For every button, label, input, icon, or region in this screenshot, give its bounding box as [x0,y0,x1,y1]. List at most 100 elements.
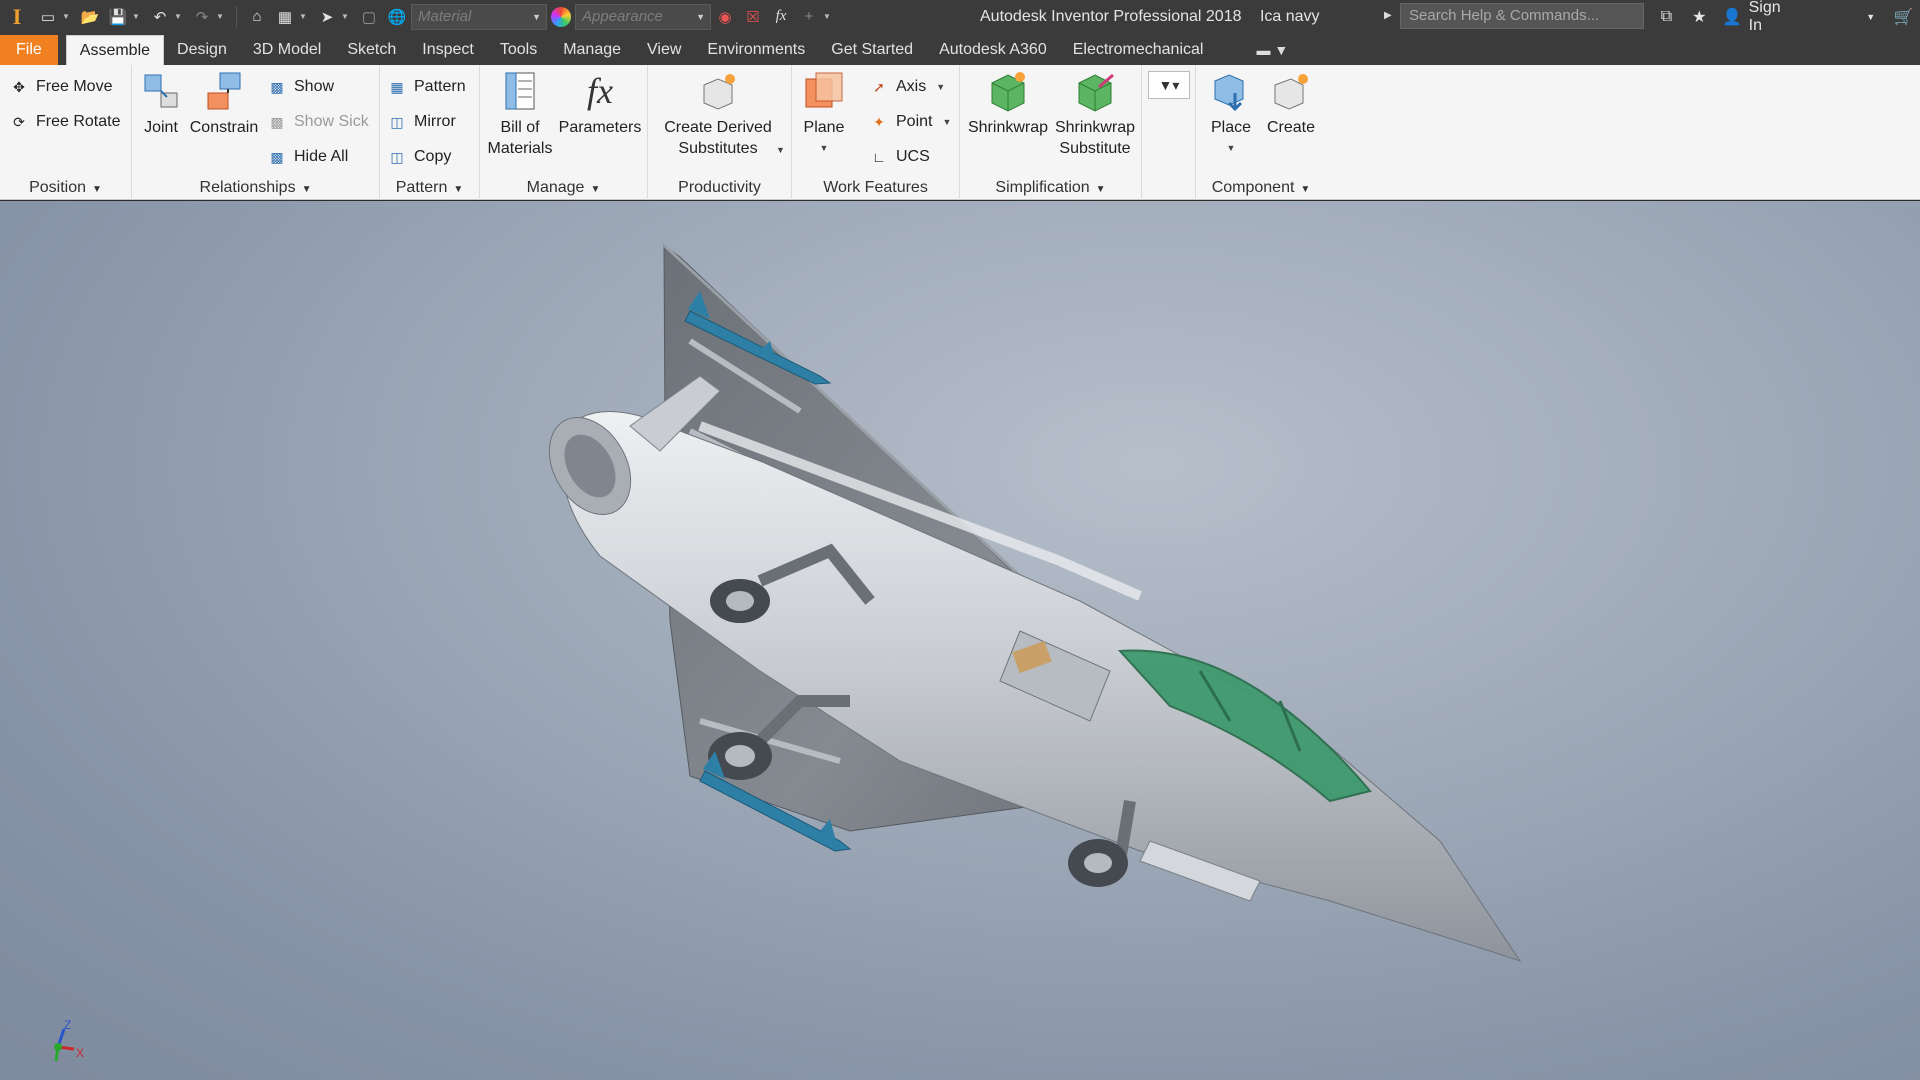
update-dropdown-icon[interactable]: ▼ [299,12,309,21]
exchange-icon[interactable]: ⧉ [1654,8,1679,26]
panel-relationships-label[interactable]: Relationships ▼ [132,176,379,200]
redo-icon[interactable]: ↷ [191,5,213,29]
header-right: ⧉ ★ 👤 Sign In ▼ 🛒 [1650,0,1920,35]
tab-get-started[interactable]: Get Started [818,35,926,65]
joint-button[interactable]: Joint [140,69,182,138]
bom-label-line1: Bill of [500,119,540,136]
mirror-button[interactable]: ◫ Mirror [386,108,455,136]
chevron-down-icon: ▼ [819,143,829,153]
free-move-label: Free Move [36,78,113,95]
window-title: Autodesk Inventor Professional 2018 Ica … [980,0,1334,33]
plane-button[interactable]: Plane ▼ [798,69,850,159]
axis-button[interactable]: ➚ Axis ▼ [868,73,945,101]
show-button[interactable]: ▩ Show [266,73,334,101]
inventor-logo-icon[interactable]: I [0,0,34,33]
clear-appearance-icon[interactable]: ☒ [742,5,764,29]
panel-label-text: Simplification [995,179,1090,196]
pattern-button[interactable]: ▦ Pattern [386,73,465,101]
update-icon[interactable]: ▦ [274,5,296,29]
cart-icon[interactable]: 🛒 [1891,7,1916,27]
panel-manage-label[interactable]: Manage ▼ [480,176,647,200]
show-sick-button[interactable]: ▩ Show Sick [266,108,368,136]
hide-all-button[interactable]: ▩ Hide All [266,143,348,171]
panel-simplification-label[interactable]: Simplification ▼ [960,176,1141,200]
appearance-ball-icon[interactable] [551,6,571,27]
place-button[interactable]: Place ▼ [1204,69,1258,159]
shrinkwrap-button[interactable]: Shrinkwrap [966,69,1050,138]
filter-dropdown-icon[interactable]: ▼▾ [1148,71,1190,99]
parameters-button[interactable]: fx Parameters [558,69,642,138]
tab-manage[interactable]: Manage [550,35,634,65]
panel-component-label[interactable]: Component ▼ [1196,176,1326,200]
tab-inspect[interactable]: Inspect [409,35,487,65]
ucs-button[interactable]: ∟ UCS [868,143,930,171]
free-rotate-button[interactable]: ⟳ Free Rotate [8,108,120,136]
select-dropdown-icon[interactable]: ▼ [341,12,351,21]
panel-position-label[interactable]: Position ▼ [0,176,131,200]
panel-label-text: Component [1211,179,1295,196]
jet-assembly-model[interactable] [0,201,1920,1080]
bill-of-materials-button[interactable]: Bill of Materials [484,69,556,159]
sign-in-dropdown-icon[interactable]: ▼ [1858,12,1883,22]
tab-electromechanical[interactable]: Electromechanical [1060,35,1217,65]
bill-of-materials-icon [498,69,542,113]
undo-icon[interactable]: ↶ [149,5,171,29]
tab-view[interactable]: View [634,35,694,65]
shrinkwrap-substitute-button[interactable]: Shrinkwrap Substitute [1052,69,1138,159]
shrinkwrap-icon [986,69,1030,113]
free-move-button[interactable]: ✥ Free Move [8,73,112,101]
plus-icon[interactable]: + [798,5,820,29]
material-combo[interactable]: Material ▼ [411,3,547,30]
undo-dropdown-icon[interactable]: ▼ [174,12,184,21]
app-title: Autodesk Inventor Professional 2018 [980,8,1242,25]
home-icon[interactable]: ⌂ [246,5,268,29]
document-name: Ica navy [1259,8,1320,25]
shrinkwrap-label: Shrinkwrap [967,119,1049,136]
tab-assemble[interactable]: Assemble [65,35,165,65]
hide-all-icon: ▩ [270,148,284,165]
material-combo-text: Material [418,8,472,25]
appearance-combo[interactable]: Appearance ▼ [575,3,711,30]
redo-dropdown-icon[interactable]: ▼ [216,12,226,21]
star-icon[interactable]: ★ [1687,7,1712,27]
show-sick-icon: ▩ [270,113,284,130]
user-icon[interactable]: 👤 [1720,7,1745,27]
shrinkwrap-substitute-icon [1073,69,1117,113]
tab-3d-model[interactable]: 3D Model [240,35,334,65]
save-dropdown-icon[interactable]: ▼ [132,12,142,21]
panel-label-text: Manage [526,179,585,196]
select-icon[interactable]: ➤ [316,5,338,29]
new-dropdown-icon[interactable]: ▼ [62,12,72,21]
tab-tools[interactable]: Tools [487,35,550,65]
open-folder-icon[interactable]: 📂 [79,5,101,29]
panel-manage: Bill of Materials fx Parameters Manage ▼ [480,65,648,200]
search-input[interactable]: Search Help & Commands... [1400,3,1644,29]
point-button[interactable]: ✦ Point ▼ [868,108,951,136]
globe-icon[interactable]: 🌐 [386,5,408,29]
sws-label-line2: Substitute [1059,140,1131,157]
joint-label: Joint [144,119,178,136]
panel-pattern-label[interactable]: Pattern ▼ [380,176,479,200]
new-file-icon[interactable]: ▭ [37,5,59,29]
adjust-appearance-icon[interactable]: ◉ [714,5,736,29]
tab-design[interactable]: Design [164,35,240,65]
plane-icon [802,69,846,113]
tab-sketch[interactable]: Sketch [334,35,409,65]
tab-environments[interactable]: Environments [694,35,818,65]
measure-icon[interactable]: ▢ [358,5,380,29]
tab-autodesk-a360[interactable]: Autodesk A360 [926,35,1060,65]
graphics-viewport[interactable]: Z X [0,201,1920,1080]
copy-button[interactable]: ◫ Copy [386,143,451,171]
search-expand-icon[interactable]: ▶ [1384,10,1392,21]
constrain-button[interactable]: Constrain [188,69,260,138]
customize-dropdown-icon[interactable]: ▼ [823,12,833,21]
tab-file[interactable]: File [0,35,58,65]
fx-icon[interactable]: fx [770,5,792,29]
create-label: Create [1266,119,1316,136]
create-button[interactable]: Create [1262,69,1320,138]
create-derived-substitutes-button[interactable]: Create Derived Substitutes [656,69,780,159]
chevron-down-icon[interactable]: ▼ [776,145,785,155]
save-icon[interactable]: 💾 [107,5,129,29]
sign-in-link[interactable]: Sign In [1749,0,1797,35]
ribbon-display-toggle-icon[interactable]: ▬ ▼ [1256,35,1288,65]
